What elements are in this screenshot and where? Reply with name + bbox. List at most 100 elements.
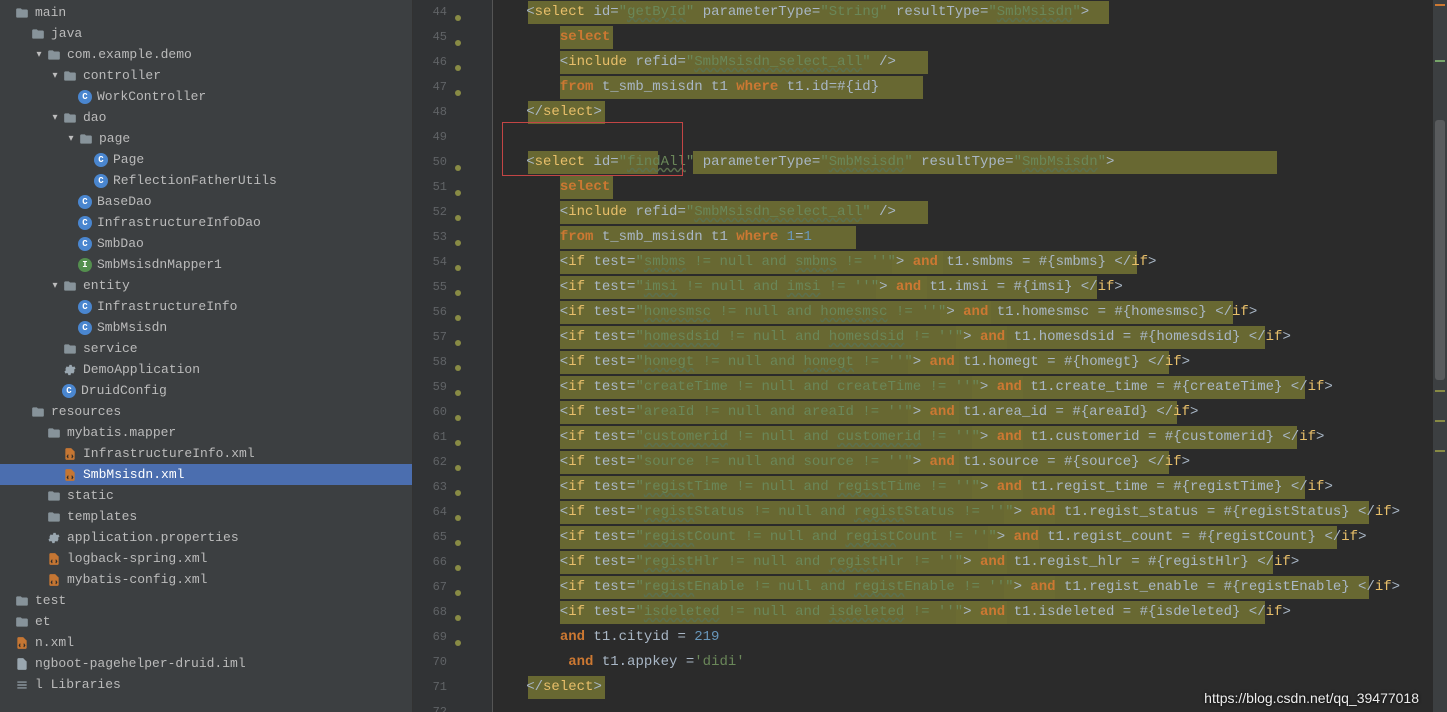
code-line[interactable]: <if test="registCount != null and regist… [501,525,1433,550]
xml-icon [62,446,78,462]
code-line[interactable]: <if test="homegt != null and homegt != '… [501,350,1433,375]
tree-label: SmbMsisdn.xml [83,467,184,482]
class-icon: C [94,153,108,167]
tree-twisty[interactable]: ▾ [32,49,46,61]
code-line[interactable]: <if test="registEnable != null and regis… [501,575,1433,600]
tree-label: templates [67,509,137,524]
code-line[interactable]: <if test="source != null and source != '… [501,450,1433,475]
editor-scrollbar[interactable] [1433,0,1447,712]
line-number: 72 [413,700,465,712]
code-line[interactable]: <include refid="SmbMsisdn_select_all" /> [501,200,1433,225]
code-line[interactable]: and t1.cityid = 219 [501,625,1433,650]
tree-row[interactable]: I SmbMsisdnMapper1 [0,254,412,275]
tree-row[interactable]: ▾ com.example.demo [0,44,412,65]
code-editor[interactable]: <select id="getById" parameterType="Stri… [493,0,1433,712]
tree-label: logback-spring.xml [67,551,207,566]
code-line[interactable]: <if test="homesmsc != null and homesmsc … [501,300,1433,325]
code-line[interactable]: <if test="homesdsid != null and homesdsi… [501,325,1433,350]
tree-row[interactable]: java [0,23,412,44]
tree-twisty[interactable]: ▾ [64,133,78,145]
tree-label: SmbMsisdnMapper1 [97,257,222,272]
tree-row[interactable]: C Page [0,149,412,170]
tree-row[interactable]: ngboot-pagehelper-druid.iml [0,653,412,674]
tree-row[interactable]: logback-spring.xml [0,548,412,569]
line-number: 44 [413,0,465,25]
tree-row[interactable]: ▾entity [0,275,412,296]
tree-row[interactable]: CWorkController [0,86,412,107]
project-tree[interactable]: mainjava ▾ com.example.demo ▾ controller CWor… [0,0,412,695]
xml-icon [46,551,62,567]
tree-row[interactable]: templates [0,506,412,527]
tree-row[interactable]: CDruidConfig [0,380,412,401]
tree-label: controller [83,68,161,83]
tree-row[interactable]: resources [0,401,412,422]
tree-label: InfrastructureInfo.xml [83,446,255,461]
tree-row[interactable]: InfrastructureInfo.xml [0,443,412,464]
tree-label: InfrastructureInfoDao [97,215,261,230]
tree-row[interactable]: n.xml [0,632,412,653]
code-line[interactable] [501,125,1433,150]
tree-twisty[interactable]: ▾ [48,280,62,292]
code-line[interactable]: select [501,25,1433,50]
code-line[interactable]: and t1.appkey ='didi' [501,650,1433,675]
tree-row[interactable]: ▾ controller [0,65,412,86]
tree-label: com.example.demo [67,47,192,62]
editor-fold-gutter [471,0,493,712]
tree-row[interactable]: main [0,2,412,23]
tree-row[interactable]: CSmbDao [0,233,412,254]
tree-label: ngboot-pagehelper-druid.iml [35,656,246,671]
tree-row[interactable]: service [0,338,412,359]
tree-row[interactable]: CInfrastructureInfoDao [0,212,412,233]
line-number: 64 [413,500,465,525]
code-line[interactable]: from t_smb_msisdn t1 where 1=1 [501,225,1433,250]
scrollbar-thumb[interactable] [1435,120,1445,380]
code-line[interactable]: <select id="findAll" parameterType="SmbM… [501,150,1433,175]
tree-label: test [35,593,66,608]
tree-row[interactable]: et [0,611,412,632]
code-line[interactable]: <if test="registStatus != null and regis… [501,500,1433,525]
tree-row[interactable]: CReflectionFatherUtils [0,170,412,191]
tree-row[interactable]: CInfrastructureInfo [0,296,412,317]
project-sidebar[interactable]: mainjava ▾ com.example.demo ▾ controller CWor… [0,0,413,712]
tree-row[interactable]: CBaseDao [0,191,412,212]
gutter-marker-icon [453,158,463,168]
line-number: 54 [413,250,465,275]
code-content[interactable]: <select id="getById" parameterType="Stri… [493,0,1433,712]
code-line[interactable]: <if test="registHlr != null and registHl… [501,550,1433,575]
tree-row[interactable]: ▾page [0,128,412,149]
interface-icon: I [78,258,92,272]
tree-row[interactable]: l Libraries [0,674,412,695]
scroll-mark [1435,4,1445,6]
gutter-marker-icon [453,583,463,593]
tree-row[interactable]: static [0,485,412,506]
folder-icon [46,47,62,63]
code-line[interactable]: <if test="smbms != null and smbms != ''"… [501,250,1433,275]
tree-row[interactable]: test [0,590,412,611]
code-line[interactable]: </select> [501,100,1433,125]
tree-twisty[interactable]: ▾ [48,70,62,82]
code-line[interactable]: <include refid="SmbMsisdn_select_all" /> [501,50,1433,75]
code-line[interactable]: <select id="getById" parameterType="Stri… [501,0,1433,25]
tree-twisty[interactable]: ▾ [48,112,62,124]
tree-row[interactable]: ▾dao [0,107,412,128]
tree-row[interactable]: application.properties [0,527,412,548]
class-icon: C [78,195,92,209]
tree-row[interactable]: mybatis.mapper [0,422,412,443]
gutter-marker-icon [453,333,463,343]
code-line[interactable]: from t_smb_msisdn t1 where t1.id=#{id} [501,75,1433,100]
code-line[interactable]: <if test="registTime != null and registT… [501,475,1433,500]
code-line[interactable]: <if test="areaId != null and areaId != '… [501,400,1433,425]
line-number: 59 [413,375,465,400]
tree-row[interactable]: SmbMsisdn.xml [0,464,412,485]
code-line[interactable]: select [501,175,1433,200]
line-number: 63 [413,475,465,500]
code-line[interactable]: <if test="isdeleted != null and isdelete… [501,600,1433,625]
tree-row[interactable]: DemoApplication [0,359,412,380]
tree-row[interactable]: CSmbMsisdn [0,317,412,338]
code-line[interactable]: <if test="imsi != null and imsi != ''"> … [501,275,1433,300]
tree-label: Page [113,152,144,167]
code-line[interactable]: <if test="customerid != null and custome… [501,425,1433,450]
class-icon: C [78,90,92,104]
tree-row[interactable]: mybatis-config.xml [0,569,412,590]
code-line[interactable]: <if test="createTime != null and createT… [501,375,1433,400]
